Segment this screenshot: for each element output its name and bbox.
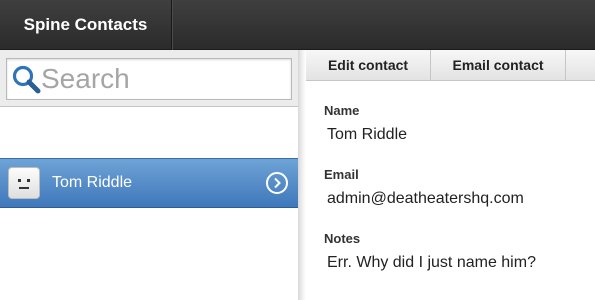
app-title: Spine Contacts [0,0,172,50]
email-label: Email [324,167,359,182]
avatar [8,167,40,199]
contact-list-item[interactable]: Tom Riddle [0,158,300,208]
sidebar-divider [298,50,306,300]
search-icon [12,65,41,94]
avatar-face-icon [18,179,30,189]
search-input[interactable] [41,61,286,97]
contact-detail-button[interactable] [266,172,288,194]
edit-contact-button[interactable]: Edit contact [306,50,431,80]
sidebar: Tom Riddle [0,50,300,300]
notes-label: Notes [324,231,361,246]
name-label: Name [324,103,360,118]
contact-toolbar: Edit contact Email contact [306,50,595,81]
contact-name: Tom Riddle [52,174,133,191]
email-contact-button[interactable]: Email contact [431,50,566,80]
notes-value: Err. Why did I just name him? [327,254,536,271]
app-header: Spine Contacts [0,0,595,50]
name-value: Tom Riddle [327,126,408,143]
search-box[interactable] [6,58,292,100]
chevron-right-icon [274,177,281,189]
search-bar [0,50,300,107]
email-value: admin@deatheatershq.com [327,190,524,207]
